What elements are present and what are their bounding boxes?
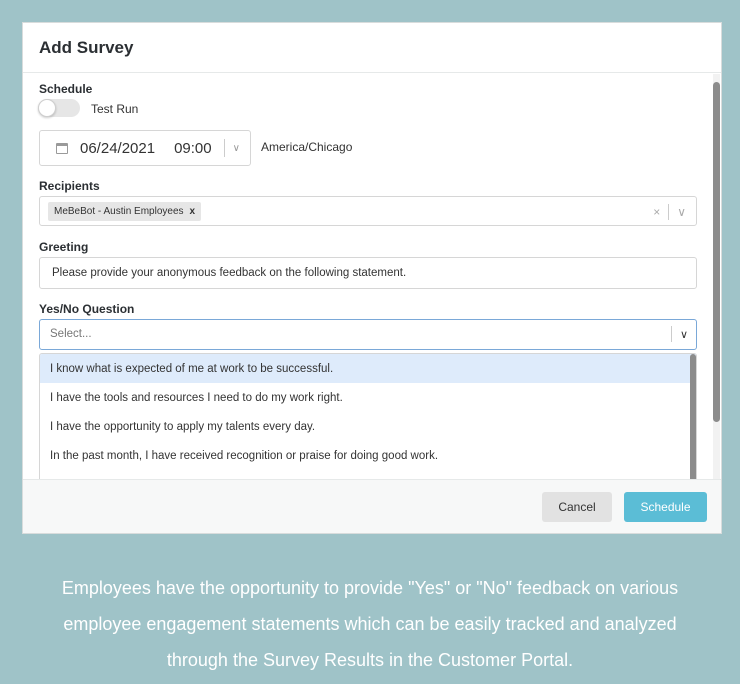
timezone-label: America/Chicago — [261, 140, 353, 154]
menu-scrollbar[interactable] — [690, 354, 696, 479]
question-options-menu: I know what is expected of me at work to… — [39, 353, 697, 479]
greeting-text: Please provide your anonymous feedback o… — [52, 267, 407, 279]
separator — [668, 204, 670, 220]
separator — [670, 326, 672, 342]
clear-icon[interactable]: × — [653, 205, 660, 219]
greeting-label: Greeting — [39, 240, 89, 254]
recipient-chip-label: MeBeBot - Austin Employees — [54, 206, 184, 217]
calendar-icon — [56, 142, 68, 154]
modal-scrollbar[interactable] — [713, 74, 720, 479]
toggle-knob — [38, 99, 56, 117]
caption-line: employee engagement statements which can… — [63, 614, 677, 634]
add-survey-modal: Add Survey Schedule Test Run 06/24/2021 … — [22, 22, 722, 534]
recipient-chip: MeBeBot - Austin Employees x — [48, 202, 202, 221]
option-item[interactable]: I have the opportunity to apply my talen… — [40, 412, 696, 441]
test-run-label: Test Run — [91, 102, 139, 116]
schedule-label: Schedule — [39, 82, 93, 96]
recipients-label: Recipients — [39, 179, 100, 193]
modal-header: Add Survey — [23, 23, 721, 73]
option-item[interactable]: In the past month, I have received recog… — [40, 441, 696, 470]
scrollbar-thumb[interactable] — [713, 82, 720, 422]
recipients-controls: × ∨ — [653, 204, 686, 220]
chip-remove-icon[interactable]: x — [190, 206, 196, 217]
date-time-picker[interactable]: 06/24/2021 09:00 ∨ — [39, 130, 251, 166]
select-placeholder: Select... — [50, 328, 92, 340]
option-item[interactable]: I know what is expected of me at work to… — [40, 354, 696, 383]
question-label: Yes/No Question — [39, 302, 135, 316]
modal-title: Add Survey — [39, 37, 134, 57]
chevron-down-icon[interactable]: ∨ — [233, 143, 240, 154]
separator — [223, 139, 225, 157]
caption: Employees have the opportunity to provid… — [0, 570, 740, 678]
time-value[interactable]: 09:00 — [174, 140, 212, 157]
cancel-button[interactable]: Cancel — [542, 492, 612, 522]
recipients-select[interactable]: MeBeBot - Austin Employees x × ∨ — [39, 196, 697, 226]
test-run-toggle[interactable] — [38, 99, 80, 117]
question-select[interactable]: Select... ∨ — [39, 319, 697, 350]
schedule-button[interactable]: Schedule — [624, 492, 707, 522]
caption-line: Employees have the opportunity to provid… — [61, 578, 679, 598]
date-value[interactable]: 06/24/2021 — [80, 140, 155, 157]
chevron-down-icon[interactable]: ∨ — [677, 205, 686, 219]
modal-footer: Cancel Schedule — [23, 479, 721, 533]
caption-line: through the Survey Results in the Custom… — [166, 650, 574, 670]
chevron-down-icon[interactable]: ∨ — [680, 328, 688, 341]
option-item[interactable]: I have the tools and resources I need to… — [40, 383, 696, 412]
select-controls: ∨ — [670, 326, 688, 342]
greeting-input[interactable]: Please provide your anonymous feedback o… — [39, 257, 697, 289]
modal-body: Schedule Test Run 06/24/2021 09:00 ∨ Ame… — [23, 74, 713, 479]
